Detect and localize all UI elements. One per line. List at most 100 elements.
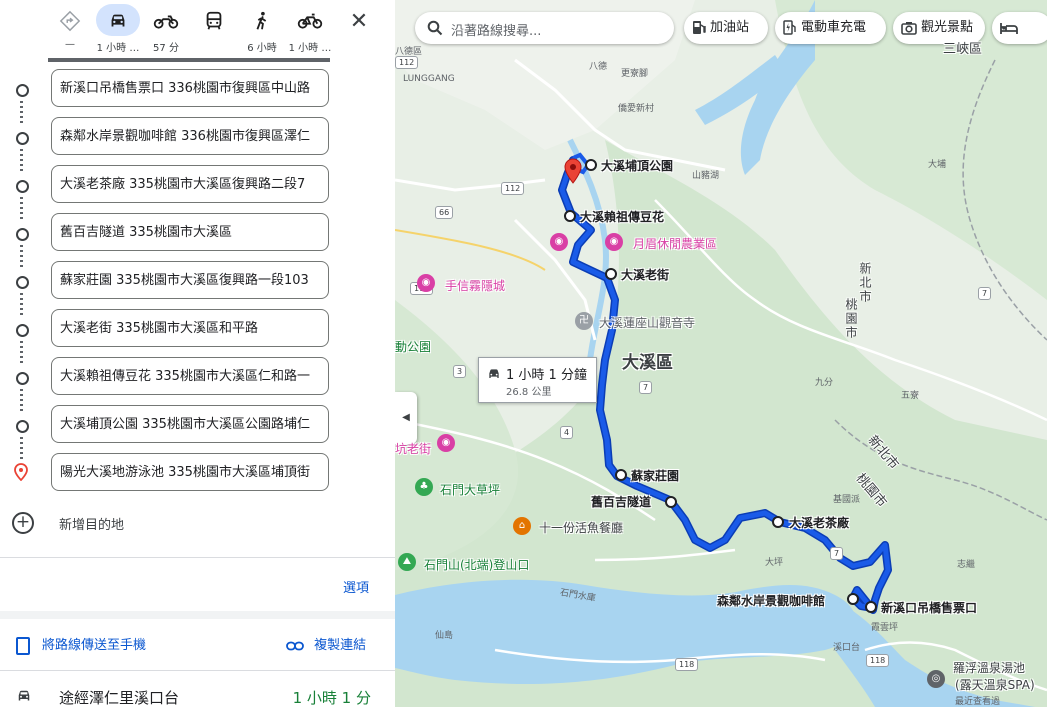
- waypoint-marker[interactable]: [605, 268, 617, 280]
- destination-pin-icon: [14, 463, 28, 485]
- camera-poi-icon[interactable]: ◉: [417, 274, 435, 292]
- road-shield: 3: [453, 365, 467, 378]
- road-shield: 66: [435, 206, 454, 219]
- bed-icon: [1000, 20, 1018, 35]
- chip-ev-charging[interactable]: 電動車充電: [775, 12, 886, 44]
- place-label: 溪口台: [833, 643, 861, 653]
- mode-motorcycle[interactable]: 57 分: [140, 4, 192, 60]
- stop-input[interactable]: 大溪埔頂公園 335桃園市大溪區公園路埔仁: [51, 405, 329, 443]
- destination-pin-icon[interactable]: [564, 158, 582, 188]
- waypoint-label[interactable]: 大溪賴祖傳豆花: [580, 208, 664, 225]
- copy-link-button[interactable]: 複製連結: [286, 634, 366, 653]
- place-label: 志繼: [957, 560, 976, 570]
- send-to-phone-label: 將路線傳送至手機: [42, 638, 147, 653]
- stop-row: 大溪埔頂公園 335桃園市大溪區公園路埔仁: [0, 404, 395, 459]
- route-option[interactable]: 途經澤仁里溪口台 1 小時 1 分: [0, 679, 395, 707]
- waypoint-label[interactable]: 新溪口吊橋售票口: [881, 599, 977, 616]
- place-label: 更寮腳: [621, 69, 649, 79]
- waypoint-label[interactable]: 森鄰水岸景觀咖啡館: [717, 592, 825, 609]
- temple-poi-icon[interactable]: 卍: [575, 312, 593, 330]
- waypoint-circle-icon: [16, 180, 29, 193]
- place-label: 坑老街: [395, 442, 432, 456]
- waypoint-label[interactable]: 蘇家莊園: [631, 467, 679, 484]
- district-label: 大溪區: [622, 353, 673, 373]
- poi-label[interactable]: 石門大草坪: [440, 481, 500, 498]
- mode-walking[interactable]: 6 小時: [236, 4, 288, 60]
- bicycle-icon: [288, 4, 332, 36]
- waypoint-label[interactable]: 大溪老茶廠: [789, 514, 849, 531]
- link-icon: [286, 638, 314, 653]
- chip-label: 電動車充電: [801, 20, 867, 35]
- add-icon: +: [12, 512, 34, 534]
- options-button[interactable]: 選項: [343, 577, 369, 596]
- stop-input[interactable]: 新溪口吊橋售票口 336桃園市復興區中山路: [51, 69, 329, 107]
- place-label: 動公園: [395, 340, 432, 354]
- chip-gas-station[interactable]: 加油站: [684, 12, 768, 44]
- mode-time: 1 小時 …: [96, 43, 140, 54]
- poi-label[interactable]: 月眉休閒農業區: [633, 235, 717, 252]
- add-destination-button[interactable]: + 新增目的地: [0, 506, 395, 540]
- map-view[interactable]: 沿著路線搜尋... 加油站 電動車充電 觀光景點 ◀ 大溪區 新北市 桃園市 新…: [395, 0, 1047, 707]
- waypoint-label[interactable]: 大溪老街: [621, 266, 669, 283]
- road-shield: 7: [639, 381, 653, 394]
- camera-poi-icon[interactable]: ◉: [605, 233, 623, 251]
- route-search-box[interactable]: 沿著路線搜尋...: [415, 12, 674, 44]
- place-label: LUNGGANG: [403, 74, 455, 84]
- waypoint-marker[interactable]: [865, 601, 877, 613]
- place-label: 仙島: [435, 631, 454, 641]
- poi-label[interactable]: 手信霧隱城: [445, 277, 505, 294]
- poi-label[interactable]: 十一份活魚餐廳: [539, 519, 623, 536]
- place-label: 五寮: [901, 391, 920, 401]
- stop-input[interactable]: 舊百吉隧道 335桃園市大溪區: [51, 213, 329, 251]
- place-label: 九分: [815, 378, 834, 388]
- stop-input[interactable]: 森鄰水岸景觀咖啡館 336桃園市復興區澤仁: [51, 117, 329, 155]
- poi-label[interactable]: 羅浮溫泉湯池: [953, 659, 1025, 676]
- route-duration-callout[interactable]: 1 小時 1 分鐘 26.8 公里: [478, 357, 597, 403]
- hotspring-poi-icon[interactable]: ◎: [927, 670, 945, 688]
- mode-best[interactable]: —: [44, 4, 96, 60]
- mode-bicycle[interactable]: 1 小時 …: [284, 4, 336, 60]
- chip-hotels[interactable]: [992, 12, 1047, 44]
- waypoint-marker[interactable]: [665, 496, 677, 508]
- stop-input[interactable]: 蘇家莊園 335桃園市大溪區復興路一段103: [51, 261, 329, 299]
- mode-driving[interactable]: 1 小時 …: [92, 4, 144, 60]
- waypoint-marker[interactable]: [772, 516, 784, 528]
- place-label: 大埔: [928, 160, 947, 170]
- diamond-directions-icon: [48, 4, 92, 36]
- stop-row: 森鄰水岸景觀咖啡館 336桃園市復興區澤仁: [0, 116, 395, 171]
- send-to-phone-link[interactable]: 將路線傳送至手機: [16, 634, 146, 655]
- waypoint-marker[interactable]: [847, 593, 859, 605]
- stop-row: 陽光大溪地游泳池 335桃園市大溪區埔頂街: [0, 452, 395, 498]
- destination-input[interactable]: 陽光大溪地游泳池 335桃園市大溪區埔頂街: [51, 453, 329, 491]
- car-icon: [96, 4, 140, 36]
- waypoint-circle-icon: [16, 324, 29, 337]
- car-icon: [14, 687, 34, 707]
- collapse-panel-button[interactable]: ◀: [395, 392, 417, 444]
- poi-label[interactable]: (露天溫泉SPA): [955, 676, 1035, 693]
- mode-transit[interactable]: [188, 4, 240, 60]
- waypoint-marker[interactable]: [585, 159, 597, 171]
- stop-row: 大溪老茶廠 335桃園市大溪區復興路二段7: [0, 164, 395, 219]
- waypoint-marker[interactable]: [615, 469, 627, 481]
- stop-row: 大溪老街 335桃園市大溪區和平路: [0, 308, 395, 363]
- directions-panel: — 1 小時 … 57 分 6 小時 1 小時 … ✕ 新溪口吊橋售票口 336…: [0, 0, 395, 707]
- trail-poi-icon[interactable]: ⛰: [398, 553, 416, 571]
- poi-label[interactable]: 大溪蓮座山觀音寺: [599, 314, 695, 331]
- waypoint-circle-icon: [16, 132, 29, 145]
- park-poi-icon[interactable]: ♣: [415, 478, 433, 496]
- road-shield: 112: [501, 182, 525, 195]
- restaurant-poi-icon[interactable]: ⌂: [513, 517, 531, 535]
- camera-poi-icon[interactable]: ◉: [550, 233, 568, 251]
- stop-input[interactable]: 大溪賴祖傳豆花 335桃園市大溪區仁和路一: [51, 357, 329, 395]
- waypoint-label[interactable]: 舊百吉隧道: [591, 493, 651, 510]
- poi-label[interactable]: 石門山(北端)登山口: [424, 556, 529, 573]
- stop-input[interactable]: 大溪老茶廠 335桃園市大溪區復興路二段7: [51, 165, 329, 203]
- waypoint-label[interactable]: 大溪埔頂公園: [601, 157, 673, 174]
- camera-poi-icon[interactable]: ◉: [437, 434, 455, 452]
- stop-row: 舊百吉隧道 335桃園市大溪區: [0, 212, 395, 267]
- close-icon[interactable]: ✕: [345, 8, 373, 36]
- waypoint-marker[interactable]: [564, 210, 576, 222]
- stop-input[interactable]: 大溪老街 335桃園市大溪區和平路: [51, 309, 329, 347]
- callout-distance: 26.8 公里: [506, 387, 552, 398]
- search-placeholder: 沿著路線搜尋...: [451, 24, 542, 39]
